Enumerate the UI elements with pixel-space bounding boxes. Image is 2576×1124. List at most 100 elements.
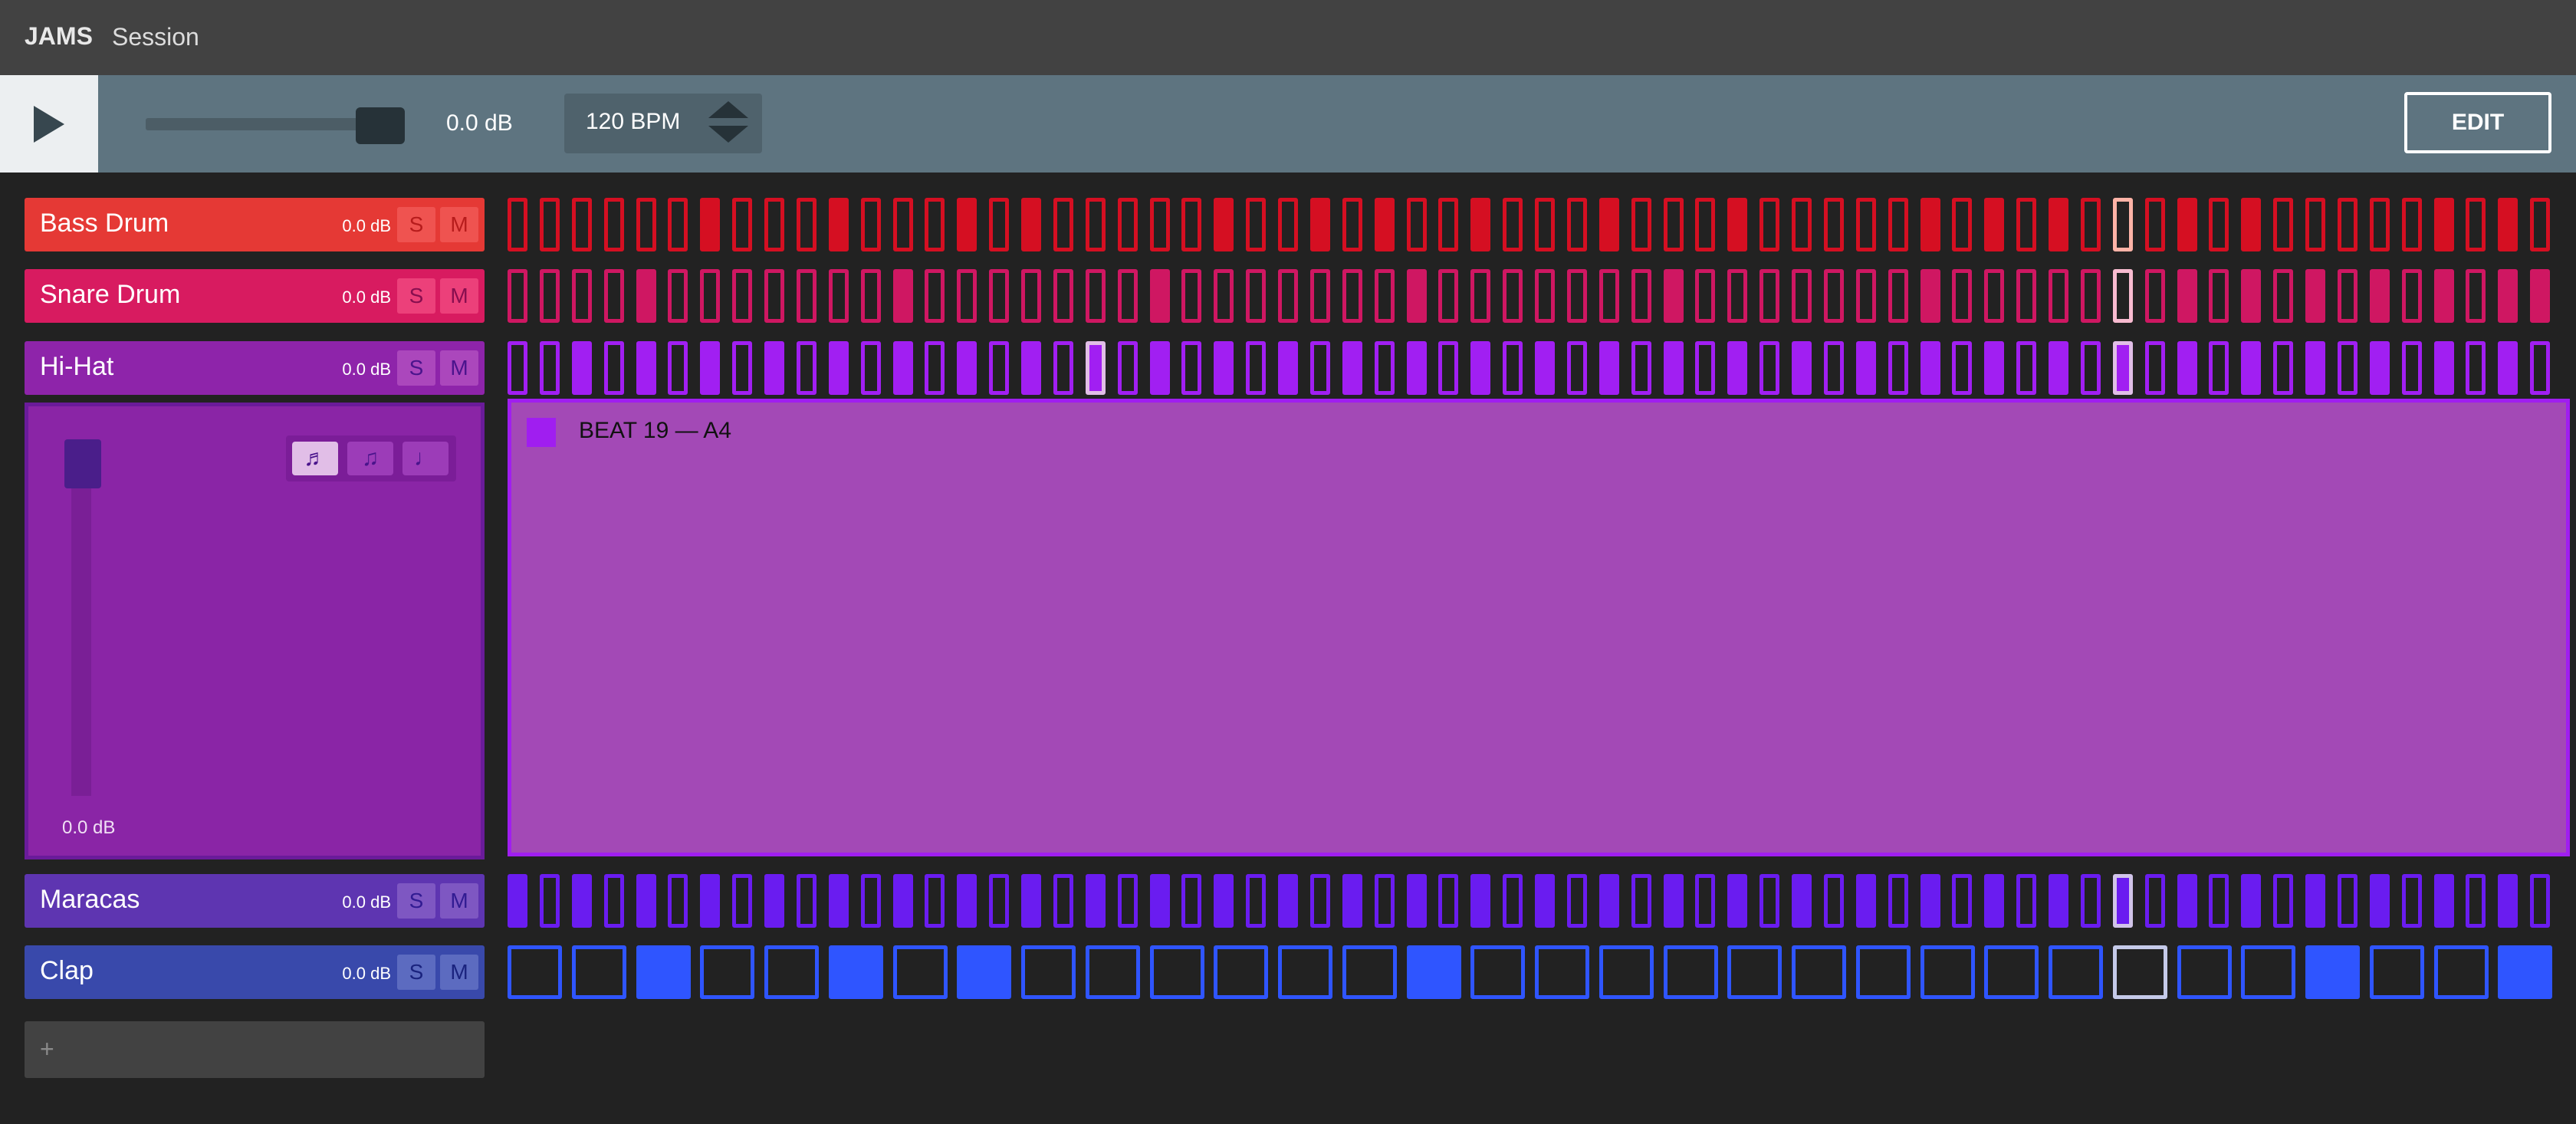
step-cell[interactable] — [2241, 945, 2295, 999]
step-cell[interactable] — [636, 945, 691, 999]
step-cell[interactable] — [1567, 341, 1587, 395]
step-cell[interactable] — [1664, 269, 1684, 323]
step-cell[interactable] — [1664, 874, 1684, 928]
step-cell[interactable] — [1631, 874, 1651, 928]
step-cell[interactable] — [764, 341, 784, 395]
step-cell[interactable] — [1407, 874, 1427, 928]
step-cell[interactable] — [1118, 874, 1138, 928]
step-cell[interactable] — [1118, 341, 1138, 395]
step-cell[interactable] — [2113, 874, 2133, 928]
step-cell[interactable] — [957, 945, 1011, 999]
step-cell[interactable] — [2273, 874, 2293, 928]
step-cell[interactable] — [893, 198, 913, 251]
step-cell[interactable] — [2177, 341, 2197, 395]
step-cell[interactable] — [1342, 341, 1362, 395]
step-cell[interactable] — [1246, 269, 1266, 323]
step-cell[interactable] — [1631, 198, 1651, 251]
step-cell[interactable] — [508, 341, 527, 395]
step-cell[interactable] — [1181, 874, 1201, 928]
step-cell[interactable] — [1856, 874, 1876, 928]
step-cell[interactable] — [1888, 341, 1908, 395]
step-cell[interactable] — [2466, 341, 2486, 395]
step-cell[interactable] — [2370, 198, 2390, 251]
step-cell[interactable] — [1984, 874, 2004, 928]
step-cell[interactable] — [2049, 341, 2068, 395]
step-cell[interactable] — [2305, 341, 2325, 395]
step-cell[interactable] — [764, 198, 784, 251]
step-cell[interactable] — [1503, 874, 1523, 928]
step-cell[interactable] — [1727, 874, 1747, 928]
step-cell[interactable] — [572, 874, 592, 928]
step-cell[interactable] — [604, 198, 624, 251]
session-title[interactable]: Session — [112, 23, 199, 51]
mute-button[interactable]: M — [440, 278, 478, 314]
step-cell[interactable] — [1792, 198, 1812, 251]
step-cell[interactable] — [1599, 269, 1619, 323]
step-cell[interactable] — [829, 269, 849, 323]
step-cell[interactable] — [2177, 198, 2197, 251]
step-cell[interactable] — [1888, 269, 1908, 323]
step-cell[interactable] — [764, 269, 784, 323]
step-cell[interactable] — [2273, 198, 2293, 251]
step-cell[interactable] — [1470, 945, 1525, 999]
step-cell[interactable] — [1984, 945, 2039, 999]
step-cell[interactable] — [1599, 874, 1619, 928]
step-cell[interactable] — [2241, 198, 2261, 251]
step-cell[interactable] — [2081, 269, 2101, 323]
step-cell[interactable] — [829, 874, 849, 928]
step-cell[interactable] — [1021, 269, 1041, 323]
solo-button[interactable]: S — [397, 350, 435, 386]
bpm-decrease-icon[interactable] — [708, 126, 748, 143]
step-cell[interactable] — [2434, 198, 2454, 251]
step-cell[interactable] — [1984, 341, 2004, 395]
solo-button[interactable]: S — [397, 955, 435, 990]
step-cell[interactable] — [1695, 341, 1715, 395]
step-cell[interactable] — [1438, 269, 1458, 323]
step-cell[interactable] — [2370, 269, 2390, 323]
step-cell[interactable] — [2498, 198, 2518, 251]
step-cell[interactable] — [2434, 269, 2454, 323]
step-cell[interactable] — [700, 269, 720, 323]
step-cell[interactable] — [2113, 198, 2133, 251]
step-cell[interactable] — [1599, 341, 1619, 395]
step-cell[interactable] — [1278, 269, 1298, 323]
step-cell[interactable] — [957, 341, 977, 395]
step-cell[interactable] — [2305, 269, 2325, 323]
step-cell[interactable] — [508, 874, 527, 928]
step-cell[interactable] — [1278, 341, 1298, 395]
step-cell[interactable] — [1375, 341, 1395, 395]
step-cell[interactable] — [1856, 341, 1876, 395]
step-cell[interactable] — [1053, 269, 1073, 323]
step-cell[interactable] — [1470, 269, 1490, 323]
step-cell[interactable] — [636, 874, 656, 928]
step-cell[interactable] — [1150, 945, 1204, 999]
step-cell[interactable] — [1181, 341, 1201, 395]
step-cell[interactable] — [1856, 945, 1911, 999]
step-cell[interactable] — [2049, 198, 2068, 251]
step-cell[interactable] — [2402, 874, 2422, 928]
step-cell[interactable] — [2177, 269, 2197, 323]
step-cell[interactable] — [636, 341, 656, 395]
step-cell[interactable] — [572, 341, 592, 395]
step-cell[interactable] — [540, 874, 560, 928]
step-cell[interactable] — [2209, 269, 2229, 323]
step-cell[interactable] — [1407, 269, 1427, 323]
mute-button[interactable]: M — [440, 955, 478, 990]
step-cell[interactable] — [1824, 341, 1844, 395]
step-cell[interactable] — [2209, 874, 2229, 928]
step-cell[interactable] — [2273, 269, 2293, 323]
step-cell[interactable] — [1150, 874, 1170, 928]
step-cell[interactable] — [989, 198, 1009, 251]
step-cell[interactable] — [1470, 341, 1490, 395]
step-cell[interactable] — [572, 269, 592, 323]
step-cell[interactable] — [1856, 198, 1876, 251]
step-cell[interactable] — [1760, 198, 1779, 251]
step-cell[interactable] — [1599, 198, 1619, 251]
step-cell[interactable] — [2466, 874, 2486, 928]
step-cell[interactable] — [1535, 945, 1589, 999]
track-header-snare-drum[interactable]: Snare Drum 0.0 dB S M — [25, 269, 485, 323]
track-volume-slider[interactable] — [71, 445, 91, 796]
step-cell[interactable] — [2113, 945, 2167, 999]
step-cell[interactable] — [732, 341, 752, 395]
step-cell[interactable] — [2370, 945, 2424, 999]
